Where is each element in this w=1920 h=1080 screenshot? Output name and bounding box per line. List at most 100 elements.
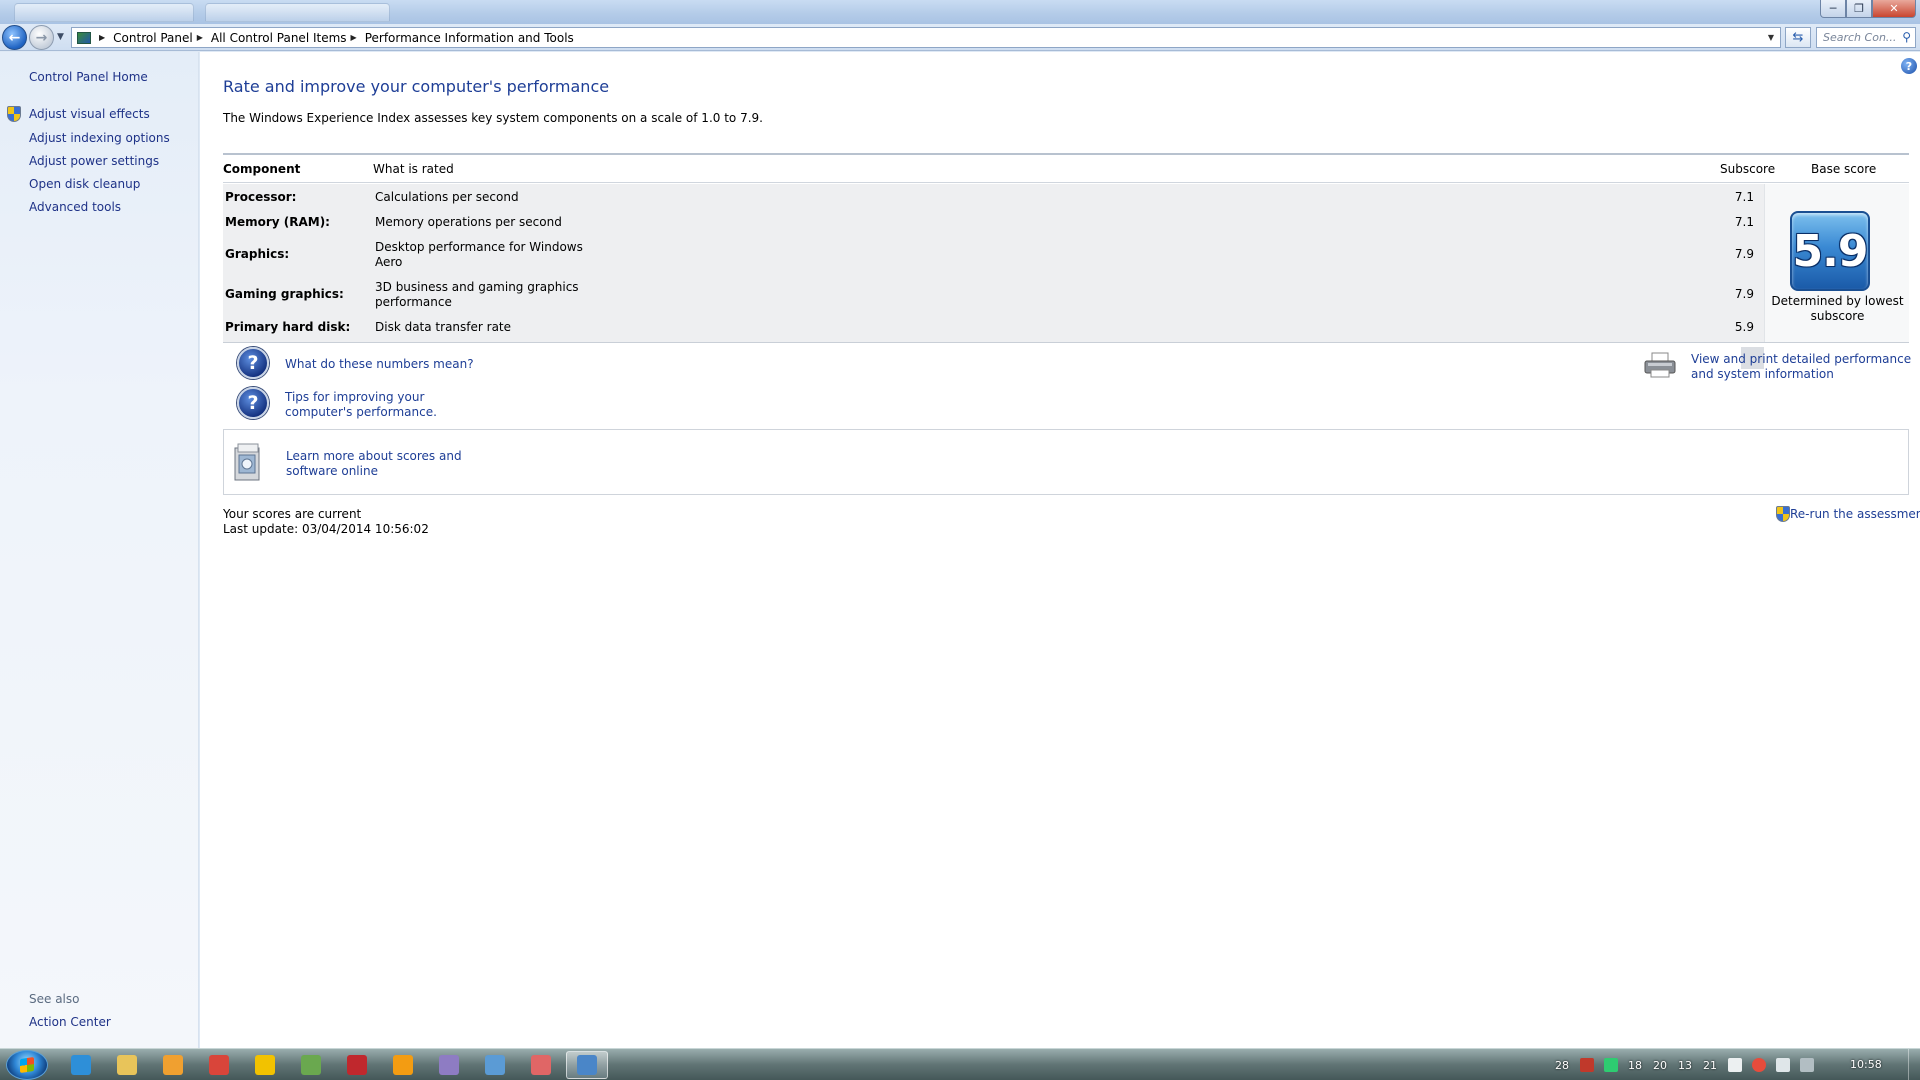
forward-arrow-icon: →: [35, 29, 48, 46]
last-update-timestamp: Last update: 03/04/2014 10:56:02: [223, 522, 429, 536]
control-panel-icon: [577, 1055, 597, 1075]
base-score-badge: 5.9: [1790, 211, 1870, 291]
taskbar-app-button[interactable]: [106, 1051, 148, 1079]
antivirus-icon[interactable]: [1752, 1058, 1766, 1072]
tips-improving-performance-link[interactable]: Tips for improving your computer's perfo…: [285, 390, 490, 420]
window-title-bar: ─ ❐ ✕: [0, 0, 1920, 24]
refresh-icon: ⇆: [1792, 30, 1804, 45]
tray-app-icon[interactable]: [1580, 1058, 1594, 1072]
background-window-tab[interactable]: [14, 3, 194, 22]
breadcrumb-control-panel[interactable]: Control Panel: [113, 31, 193, 45]
what-is-rated: Desktop performance for Windows Aero: [375, 240, 583, 269]
view-print-details-link[interactable]: View and print detailed performance and …: [1691, 352, 1916, 382]
taskbar: 28 18 20 13 21 10:58: [0, 1048, 1920, 1080]
help-icon[interactable]: ?: [1901, 58, 1917, 74]
chevron-right-icon[interactable]: ▶: [197, 33, 203, 42]
paint-icon: [531, 1055, 551, 1075]
main-content: ? Rate and improve your computer's perfo…: [200, 52, 1920, 1048]
taskbar-app-button[interactable]: [60, 1051, 102, 1079]
action-center-link[interactable]: Action Center: [29, 1015, 111, 1029]
tray-counter[interactable]: 21: [1703, 1059, 1717, 1072]
chevron-right-icon[interactable]: ▶: [99, 33, 105, 42]
rerun-assessment-link[interactable]: Re-run the assessment: [1790, 507, 1920, 522]
what-is-rated: Calculations per second: [375, 190, 519, 204]
close-button[interactable]: ✕: [1872, 0, 1916, 18]
tray-counter[interactable]: 13: [1678, 1059, 1692, 1072]
question-mark-icon: ?: [237, 347, 269, 379]
background-window-tab[interactable]: [205, 3, 390, 22]
taskbar-app-button[interactable]: [474, 1051, 516, 1079]
learn-more-panel: Learn more about scores and software onl…: [223, 429, 1909, 495]
learn-more-online-link[interactable]: Learn more about scores and software onl…: [286, 449, 506, 479]
refresh-button[interactable]: ⇆: [1785, 27, 1811, 48]
volume-icon[interactable]: [1776, 1058, 1790, 1072]
back-button[interactable]: ←: [2, 25, 27, 50]
maximize-button[interactable]: ❐: [1846, 0, 1872, 18]
divider: [223, 182, 1909, 183]
adjust-indexing-options-link[interactable]: Adjust indexing options: [29, 131, 170, 145]
display-icon[interactable]: [1800, 1058, 1814, 1072]
subscore-value: 7.1: [1734, 190, 1754, 204]
taskbar-app-button[interactable]: [152, 1051, 194, 1079]
advanced-tools-link[interactable]: Advanced tools: [29, 200, 121, 214]
what-do-numbers-mean-link[interactable]: What do these numbers mean?: [285, 357, 474, 372]
header-subscore: Subscore: [1720, 162, 1776, 176]
chevron-right-icon[interactable]: ▶: [351, 33, 357, 42]
component-name: Graphics:: [225, 247, 290, 261]
breadcrumb-all-items[interactable]: All Control Panel Items: [211, 31, 347, 45]
taskbar-app-button[interactable]: [198, 1051, 240, 1079]
printer-icon: [1644, 352, 1676, 378]
address-bar[interactable]: ▶ Control Panel ▶ All Control Panel Item…: [71, 27, 1781, 48]
internet-explorer-icon: [71, 1055, 91, 1075]
tray-counter[interactable]: 20: [1653, 1059, 1667, 1072]
back-arrow-icon: ←: [8, 29, 21, 46]
page-title: Rate and improve your computer's perform…: [223, 77, 610, 96]
sun-app-icon: [393, 1055, 413, 1075]
software-box-icon: [234, 443, 260, 481]
recent-pages-dropdown[interactable]: ▼: [57, 32, 64, 42]
action-center-flag-icon[interactable]: [1728, 1058, 1742, 1072]
forward-button[interactable]: →: [29, 25, 54, 50]
taskbar-app-button[interactable]: [428, 1051, 470, 1079]
see-also-heading: See also: [29, 992, 80, 1006]
scores-status: Your scores are current: [223, 507, 362, 521]
image-app-icon: [439, 1055, 459, 1075]
network-icon[interactable]: [1604, 1058, 1618, 1072]
base-score-panel: 5.9 Determined by lowest subscore: [1764, 184, 1909, 342]
taskbar-app-button[interactable]: [336, 1051, 378, 1079]
taskbar-app-button[interactable]: [290, 1051, 332, 1079]
taskbar-app-button[interactable]: [520, 1051, 562, 1079]
clock[interactable]: 10:58: [1850, 1058, 1882, 1071]
navigation-bar: ← → ▼ ▶ Control Panel ▶ All Control Pane…: [0, 24, 1920, 51]
component-name: Memory (RAM):: [225, 215, 330, 229]
media-player-icon: [163, 1055, 183, 1075]
header-component: Component: [223, 162, 301, 176]
search-icon[interactable]: ⚲: [1902, 30, 1911, 44]
component-name: Gaming graphics:: [225, 287, 344, 301]
task-pane: Control Panel Home Adjust visual effects…: [0, 52, 199, 1048]
question-mark-icon: ?: [237, 387, 269, 419]
base-score-value: 5.9: [1792, 225, 1869, 277]
open-disk-cleanup-link[interactable]: Open disk cleanup: [29, 177, 140, 191]
search-input[interactable]: Search Con... ⚲: [1816, 27, 1916, 48]
component-name: Primary hard disk:: [225, 320, 351, 334]
subscore-value: 7.9: [1734, 287, 1754, 301]
taskbar-app-button[interactable]: [566, 1051, 608, 1079]
breadcrumb-performance[interactable]: Performance Information and Tools: [365, 31, 574, 45]
taskbar-app-button[interactable]: [382, 1051, 424, 1079]
tray-counter[interactable]: 18: [1628, 1059, 1642, 1072]
minimize-button[interactable]: ─: [1820, 0, 1846, 18]
chevron-down-icon[interactable]: ▼: [1762, 28, 1780, 47]
windows-logo-icon: [20, 1057, 34, 1073]
taskbar-app-button[interactable]: [244, 1051, 286, 1079]
show-desktop-button[interactable]: [1908, 1049, 1920, 1080]
header-base-score: Base score: [1811, 162, 1877, 176]
adjust-power-settings-link[interactable]: Adjust power settings: [29, 154, 159, 168]
base-score-note: Determined by lowest subscore: [1771, 294, 1904, 323]
control-panel-home-link[interactable]: Control Panel Home: [29, 70, 148, 84]
subscore-value: 5.9: [1734, 320, 1754, 334]
start-button[interactable]: [6, 1050, 48, 1080]
adjust-visual-effects-link[interactable]: Adjust visual effects: [29, 107, 150, 121]
subscore-value: 7.1: [1734, 215, 1754, 229]
tray-counter[interactable]: 28: [1555, 1059, 1569, 1072]
